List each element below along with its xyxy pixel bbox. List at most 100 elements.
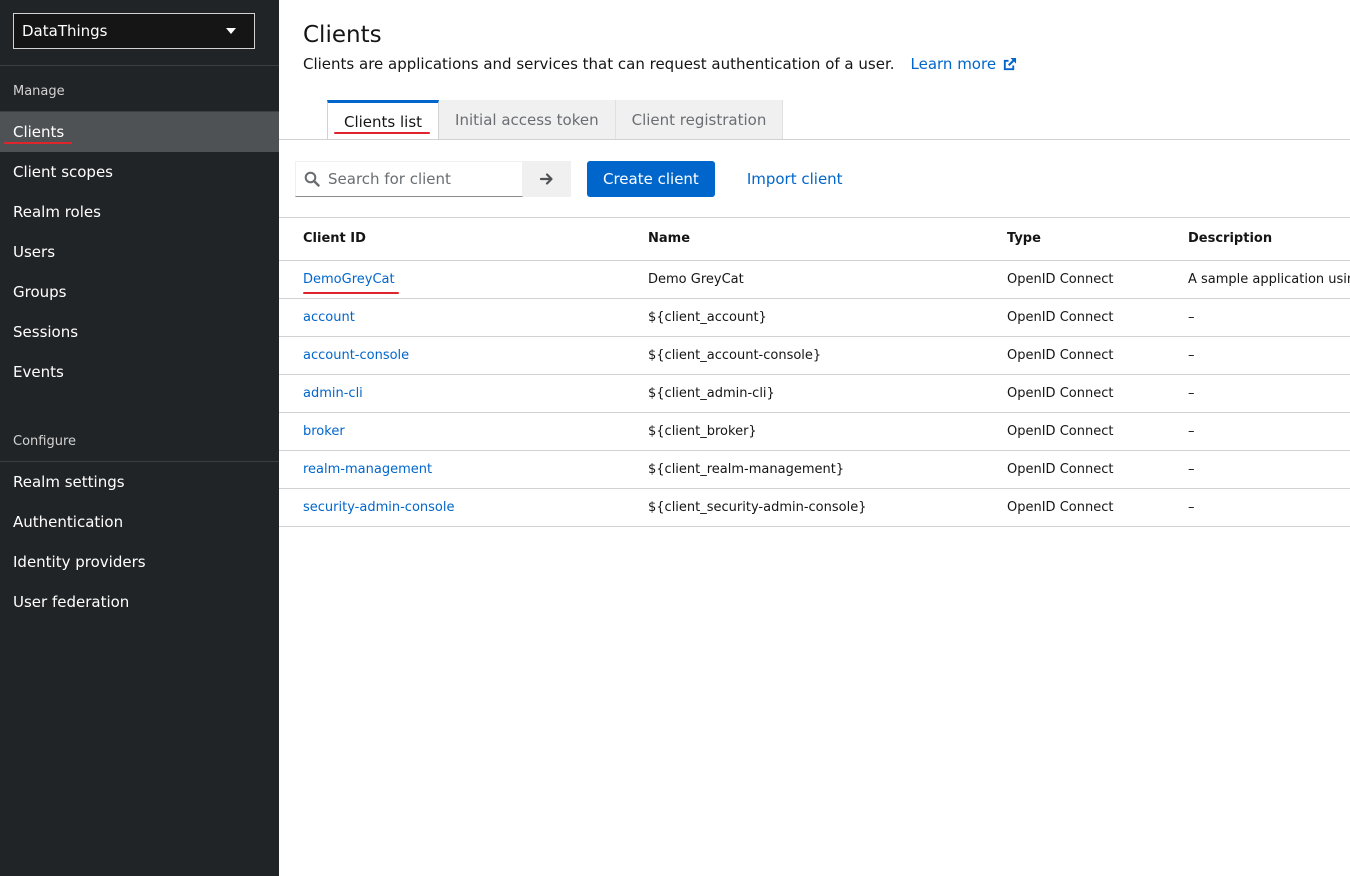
sidebar: DataThings Manage Clients Client scopes … xyxy=(0,0,279,876)
page-description-text: Clients are applications and services th… xyxy=(303,55,895,73)
cell-type: OpenID Connect xyxy=(1007,412,1188,451)
sidebar-item-label: Authentication xyxy=(13,513,124,531)
table-row: broker ${client_broker} OpenID Connect – xyxy=(279,412,1350,451)
toolbar: Create client Import client xyxy=(295,161,859,197)
external-link-icon xyxy=(1003,57,1017,70)
learn-more-link[interactable]: Learn more xyxy=(911,55,1018,73)
sidebar-item-label: Realm roles xyxy=(13,203,101,221)
sidebar-item-label: User federation xyxy=(13,593,130,611)
clients-table: Client ID Name Type Description DemoGrey… xyxy=(279,218,1350,527)
column-header-client-id[interactable]: Client ID xyxy=(279,218,648,261)
tab-clients-list[interactable]: Clients list xyxy=(327,100,440,140)
client-link[interactable]: account xyxy=(303,310,355,325)
cell-description: – xyxy=(1188,488,1350,527)
nav-list-manage: Clients Client scopes Realm roles Users … xyxy=(0,112,279,392)
realm-selector-label: DataThings xyxy=(22,22,108,40)
cell-client-id: security-admin-console xyxy=(279,488,648,527)
tab-label: Initial access token xyxy=(455,111,599,129)
sidebar-item-label: Groups xyxy=(13,283,67,301)
sidebar-item-label: Events xyxy=(13,363,64,381)
cell-type: OpenID Connect xyxy=(1007,336,1188,375)
tabs: Clients list Initial access token Client… xyxy=(327,100,784,140)
sidebar-item-label: Clients xyxy=(13,123,65,141)
sidebar-item-users[interactable]: Users xyxy=(0,232,279,272)
cell-type: OpenID Connect xyxy=(1007,450,1188,489)
cell-type: OpenID Connect xyxy=(1007,298,1188,337)
tab-label: Client registration xyxy=(631,111,767,129)
sidebar-item-groups[interactable]: Groups xyxy=(0,272,279,312)
client-link[interactable]: account-console xyxy=(303,348,409,363)
cell-client-id: account xyxy=(279,298,648,337)
sidebar-item-label: Sessions xyxy=(13,323,79,341)
cell-name: ${client_admin-cli} xyxy=(648,374,1007,413)
cell-description: – xyxy=(1188,412,1350,451)
sidebar-item-realm-roles[interactable]: Realm roles xyxy=(0,192,279,232)
table-row: account-console ${client_account-console… xyxy=(279,336,1350,375)
client-link[interactable]: admin-cli xyxy=(303,386,363,401)
nav-list-configure: Realm settings Authentication Identity p… xyxy=(0,462,279,622)
sidebar-item-client-scopes[interactable]: Client scopes xyxy=(0,152,279,192)
caret-down-icon xyxy=(226,28,236,34)
cell-type: OpenID Connect xyxy=(1007,374,1188,413)
sidebar-item-identity-providers[interactable]: Identity providers xyxy=(0,542,279,582)
annotation-underline xyxy=(4,142,72,144)
client-link-label: DemoGreyCat xyxy=(303,271,395,287)
column-header-type[interactable]: Type xyxy=(1007,218,1188,261)
search-box xyxy=(295,161,523,197)
cell-name: ${client_broker} xyxy=(648,412,1007,451)
client-link[interactable]: security-admin-console xyxy=(303,500,454,515)
cell-name: ${client_account-console} xyxy=(648,336,1007,375)
sidebar-item-label: Client scopes xyxy=(13,163,113,181)
nav-group-title-manage: Manage xyxy=(13,84,65,99)
sidebar-item-user-federation[interactable]: User federation xyxy=(0,582,279,622)
tabs-divider xyxy=(279,139,1350,140)
cell-type: OpenID Connect xyxy=(1007,488,1188,527)
search-input[interactable] xyxy=(328,170,518,188)
table-row: account ${client_account} OpenID Connect… xyxy=(279,298,1350,337)
sidebar-item-events[interactable]: Events xyxy=(0,352,279,392)
cell-client-id: realm-management xyxy=(279,450,648,489)
column-header-description[interactable]: Description xyxy=(1188,218,1350,261)
client-link[interactable]: realm-management xyxy=(303,462,432,477)
tab-label: Clients list xyxy=(344,112,423,131)
cell-client-id: admin-cli xyxy=(279,374,648,413)
cell-client-id: broker xyxy=(279,412,648,451)
main-content: Clients Clients are applications and ser… xyxy=(279,0,1350,876)
nav-group-title-configure: Configure xyxy=(13,434,77,449)
cell-description: – xyxy=(1188,374,1350,413)
client-link[interactable]: DemoGreyCat xyxy=(303,271,399,294)
sidebar-item-label: Identity providers xyxy=(13,553,146,571)
page-title: Clients xyxy=(303,22,382,48)
tab-initial-access-token[interactable]: Initial access token xyxy=(439,100,616,140)
cell-description: – xyxy=(1188,450,1350,489)
client-link[interactable]: broker xyxy=(303,424,345,439)
arrow-right-icon xyxy=(539,173,553,185)
cell-client-id: DemoGreyCat xyxy=(279,260,648,299)
cell-type: OpenID Connect xyxy=(1007,260,1188,299)
tab-client-registration[interactable]: Client registration xyxy=(615,100,784,140)
table-row: admin-cli ${client_admin-cli} OpenID Con… xyxy=(279,374,1350,413)
annotation-underline xyxy=(303,291,399,294)
cell-name: Demo GreyCat xyxy=(648,260,1007,299)
table-row: DemoGreyCat Demo GreyCat OpenID Connect … xyxy=(279,260,1350,299)
realm-selector[interactable]: DataThings xyxy=(13,13,255,49)
annotation-underline xyxy=(334,132,430,134)
sidebar-item-clients[interactable]: Clients xyxy=(0,112,279,152)
page-description: Clients are applications and services th… xyxy=(303,55,1017,73)
create-client-button[interactable]: Create client xyxy=(587,161,715,197)
sidebar-item-label: Users xyxy=(13,243,56,261)
sidebar-item-realm-settings[interactable]: Realm settings xyxy=(0,462,279,502)
sidebar-item-label: Realm settings xyxy=(13,473,125,491)
search-submit-button[interactable] xyxy=(523,161,571,197)
import-client-button[interactable]: Import client xyxy=(731,161,859,197)
table-row: realm-management ${client_realm-manageme… xyxy=(279,450,1350,489)
cell-name: ${client_realm-management} xyxy=(648,450,1007,489)
sidebar-divider xyxy=(0,65,279,66)
cell-client-id: account-console xyxy=(279,336,648,375)
sidebar-item-authentication[interactable]: Authentication xyxy=(0,502,279,542)
table-header-row: Client ID Name Type Description xyxy=(279,218,1350,261)
sidebar-item-sessions[interactable]: Sessions xyxy=(0,312,279,352)
cell-name: ${client_security-admin-console} xyxy=(648,488,1007,527)
column-header-name[interactable]: Name xyxy=(648,218,1007,261)
learn-more-label: Learn more xyxy=(910,55,997,73)
